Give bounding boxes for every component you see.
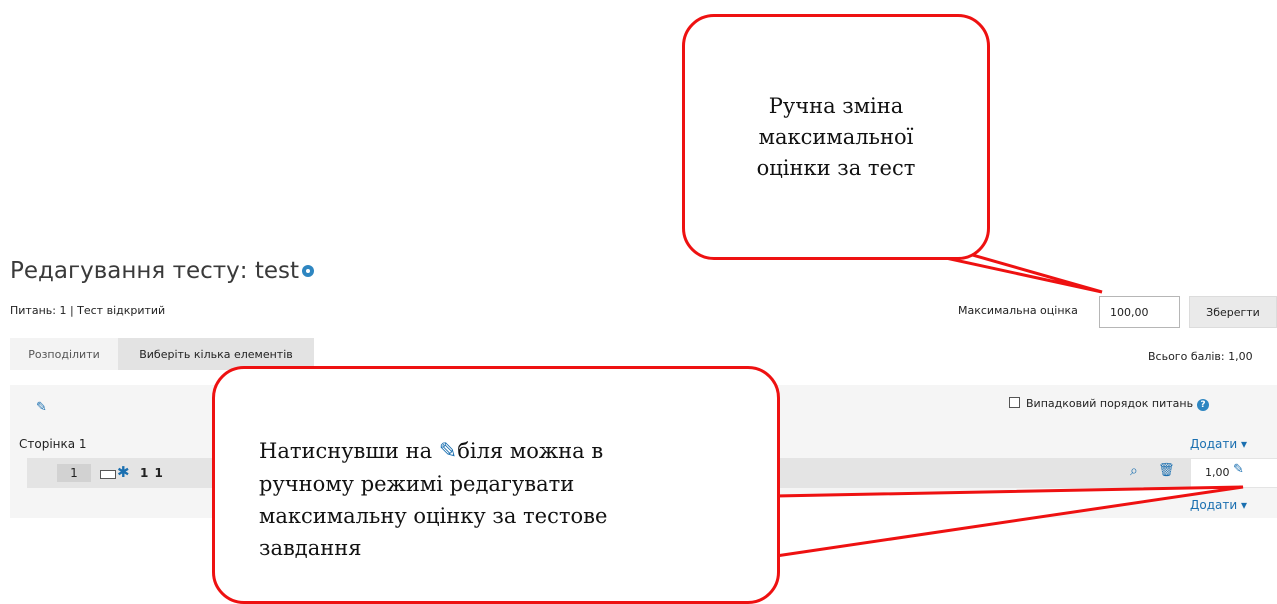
question-number: 1 bbox=[57, 464, 91, 482]
save-button[interactable]: Зберегти bbox=[1189, 296, 1277, 328]
total-marks: Всього балів: 1,00 bbox=[1148, 350, 1253, 363]
repaginate-button[interactable]: Розподілити bbox=[10, 338, 118, 370]
callout-bottom-line: Натиснувши на ✎біля можна в bbox=[259, 435, 777, 468]
callout-question-mark: Натиснувши на ✎біля можна в ручному режи… bbox=[212, 366, 780, 604]
help-icon[interactable]: ? bbox=[1197, 399, 1210, 411]
callout-text: біля можна в bbox=[457, 439, 604, 463]
callout-text: Натиснувши на bbox=[259, 439, 433, 463]
page-label: Сторінка 1 bbox=[19, 437, 87, 451]
callout-bottom-line: ручному режимі редагувати bbox=[259, 472, 575, 496]
max-grade-label: Максимальна оцінка bbox=[958, 304, 1078, 317]
page-title-text: Редагування тесту: test bbox=[10, 258, 300, 284]
question-name[interactable]: 1 1 bbox=[140, 466, 164, 480]
add-menu-bottom[interactable]: Додати ▾ bbox=[1190, 498, 1247, 512]
max-grade-input[interactable]: 100,00 bbox=[1099, 296, 1180, 328]
trash-icon[interactable]: 🗑 bbox=[1158, 463, 1175, 478]
callout-top-line: максимальної bbox=[758, 125, 914, 149]
help-icon[interactable] bbox=[302, 265, 315, 277]
gear-icon[interactable]: ✱ bbox=[117, 463, 130, 481]
edit-section-pencil-icon[interactable]: ✎ bbox=[36, 400, 47, 415]
page-title: Редагування тесту: test bbox=[10, 258, 315, 284]
pencil-icon: ✎ bbox=[438, 439, 458, 464]
add-menu-top[interactable]: Додати ▾ bbox=[1190, 437, 1247, 451]
shuffle-option[interactable]: Випадковий порядок питань? bbox=[1009, 397, 1210, 411]
question-mark: 1,00 bbox=[1205, 466, 1230, 479]
callout-top-line: Ручна зміна bbox=[768, 94, 904, 118]
callout-top-line: оцінки за тест bbox=[756, 156, 916, 180]
quiz-info: Питань: 1 | Тест відкритий bbox=[10, 304, 166, 317]
question-type-icon bbox=[100, 470, 116, 479]
checkbox-icon[interactable] bbox=[1009, 397, 1020, 408]
shuffle-label: Випадковий порядок питань bbox=[1026, 397, 1194, 410]
edit-mark-pencil-icon[interactable]: ✎ bbox=[1233, 462, 1244, 477]
callout-bottom-line: завдання bbox=[259, 536, 362, 560]
preview-icon[interactable]: ⌕ bbox=[1130, 463, 1138, 479]
callout-max-grade: Ручна зміна максимальної оцінки за тест bbox=[682, 14, 990, 260]
callout-bottom-line: максимальну оцінку за тестове bbox=[259, 504, 608, 528]
